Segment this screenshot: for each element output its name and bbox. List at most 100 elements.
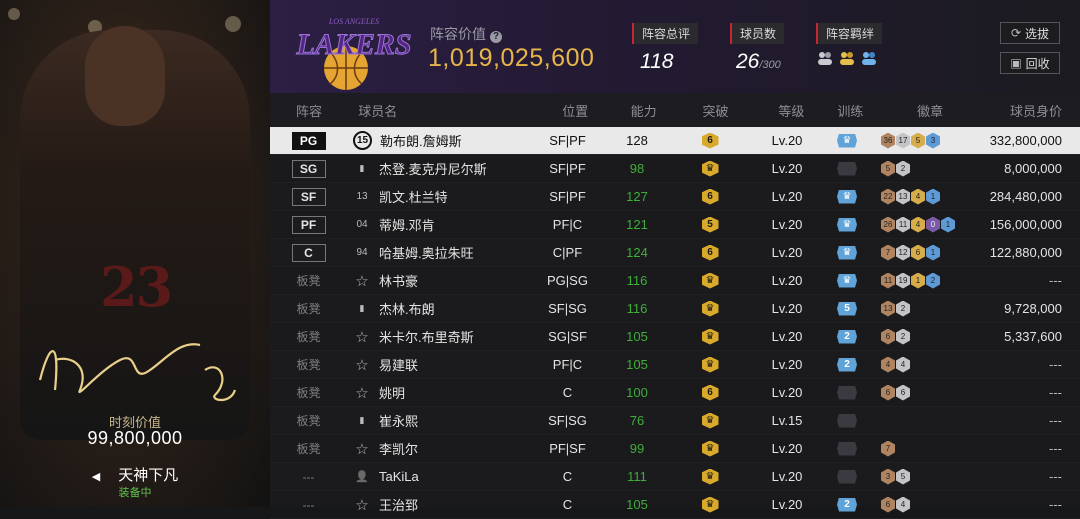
table-row[interactable]: SG ▮ 杰登.麦克丹尼尔斯 SF|PF 98 ♛ Lv.20 5 2 8,000,000: [270, 155, 1080, 183]
player-level: Lv.20: [771, 189, 803, 204]
player-name[interactable]: 哈基姆.奥拉朱旺: [379, 243, 474, 262]
player-position: C: [562, 497, 573, 512]
jersey-number-badge: 15: [353, 131, 372, 150]
player-name[interactable]: 王治郅: [379, 495, 418, 514]
table-row[interactable]: 板凳 ☆ 米卡尔.布里奇斯 SG|SF 105 ♛ Lv.20 2 6 2 5,337,600: [270, 323, 1080, 351]
table-row[interactable]: 板凳 ▮ 杰林.布朗 SF|SG 116 ♛ Lv.20 5 13 2 9,728,000: [270, 295, 1080, 323]
training-cell: [821, 385, 873, 400]
bronze-badge-icon: 6: [881, 384, 895, 401]
col-breakthrough[interactable]: 突破: [673, 101, 758, 120]
stats-icon: ▮: [359, 415, 365, 425]
col-player-value[interactable]: 球员身价: [984, 101, 1080, 120]
table-row[interactable]: 板凳 ☆ 姚明 C 100 6 Lv.20 6 6 ---: [270, 379, 1080, 407]
player-value: 122,880,000: [989, 245, 1062, 260]
col-lineup[interactable]: 阵容: [270, 101, 346, 120]
table-row[interactable]: 板凳 ▮ 崔永熙 SF|SG 76 ♛ Lv.15 ---: [270, 407, 1080, 435]
player-rating: 116: [626, 273, 648, 288]
star-icon: ☆: [355, 272, 369, 290]
table-row[interactable]: 板凳 ☆ 易建联 PF|C 105 ♛ Lv.20 2 4 4 ---: [270, 351, 1080, 379]
training-cell: ♛: [821, 273, 873, 288]
bronze-badge-icon: 4: [881, 356, 895, 373]
player-name[interactable]: 杰登.麦克丹尼尔斯: [379, 159, 487, 178]
training-empty-icon: [837, 469, 857, 484]
col-badges[interactable]: 徽章: [876, 101, 984, 120]
player-name[interactable]: 杰林.布朗: [379, 299, 435, 318]
breakthrough-cell: 6: [667, 384, 753, 401]
player-level: Lv.20: [771, 217, 803, 232]
training-cell: [821, 413, 873, 428]
help-icon[interactable]: ?: [490, 31, 502, 43]
light-decoration: [8, 8, 20, 20]
player-name[interactable]: 易建联: [379, 355, 418, 374]
stats-icon: ▮: [359, 163, 365, 173]
player-name[interactable]: TaKiLa: [379, 469, 419, 484]
lineup-slot: SG: [270, 159, 347, 178]
training-crown-icon: ♛: [837, 273, 857, 288]
col-rating[interactable]: 能力: [614, 101, 673, 120]
breakthrough-cell: ♛: [667, 440, 753, 457]
equipped-label: 装备中: [118, 487, 152, 499]
training-cell: [821, 469, 873, 484]
player-value: 5,337,600: [1004, 329, 1062, 344]
star-icon: ☆: [355, 384, 369, 402]
training-cell: 2: [821, 329, 873, 344]
bond-silver-icon[interactable]: [816, 50, 834, 66]
bronze-badge-icon: 7: [881, 244, 895, 261]
overall-value: 118: [640, 50, 674, 73]
player-name[interactable]: 米卡尔.布里奇斯: [379, 327, 474, 346]
bronze-badge-icon: 5: [881, 160, 895, 177]
recycle-button[interactable]: ▣ 回收: [1000, 52, 1060, 74]
person-icon: 👤: [355, 471, 369, 483]
col-level[interactable]: 等级: [758, 101, 825, 120]
breakthrough-cell: ♛: [667, 496, 753, 513]
player-position: SG|SF: [548, 329, 587, 344]
player-position: SF|PF: [549, 189, 586, 204]
col-player-name[interactable]: 球员名: [346, 101, 536, 120]
lineup-slot-label: 板凳: [296, 442, 321, 456]
table-row[interactable]: 板凳 ☆ 林书豪 PG|SG 116 ♛ Lv.20 ♛ 11 19 1 2 ---: [270, 267, 1080, 295]
player-rating: 127: [626, 189, 648, 204]
badges-cell: 36 17 5 3: [873, 132, 983, 149]
player-position: PF|C: [552, 217, 583, 232]
table-row[interactable]: PG 15 勒布朗.詹姆斯 SF|PF 128 6 Lv.20 ♛ 36 17 5 3 332,800,…: [270, 127, 1080, 155]
breakthrough-badge: 6: [701, 244, 719, 261]
player-rating: 116: [626, 301, 648, 316]
player-name[interactable]: 凯文.杜兰特: [379, 187, 448, 206]
player-name[interactable]: 勒布朗.詹姆斯: [380, 131, 462, 150]
prev-arrow-icon[interactable]: ◀: [92, 471, 100, 483]
col-training[interactable]: 训练: [825, 101, 876, 120]
training-cell: [821, 441, 873, 456]
lineup-slot: C: [270, 243, 347, 262]
player-value: ---: [1049, 385, 1062, 400]
table-row[interactable]: 板凳 ☆ 李凯尔 PF|SF 99 ♛ Lv.20 7 ---: [270, 435, 1080, 463]
bronze-badge-icon: 6: [881, 496, 895, 513]
training-badge: 2: [837, 357, 857, 372]
crown-icon: ♛: [701, 272, 719, 289]
player-level: Lv.20: [771, 133, 803, 148]
table-row[interactable]: --- 👤 TaKiLa C 111 ♛ Lv.20 3 5 ---: [270, 463, 1080, 491]
player-name[interactable]: 崔永熙: [379, 411, 418, 430]
player-name[interactable]: 林书豪: [379, 271, 418, 290]
table-row[interactable]: --- ☆ 王治郅 C 105 ♛ Lv.20 2 6 4 ---: [270, 491, 1080, 519]
bond-gold-icon[interactable]: [838, 50, 856, 66]
table-row[interactable]: PF 04 蒂姆.邓肯 PF|C 121 5 Lv.20 ♛ 26 11 4 0 1 156,000,00…: [270, 211, 1080, 239]
player-name[interactable]: 姚明: [379, 383, 405, 402]
breakthrough-cell: 6: [667, 132, 753, 149]
col-position[interactable]: 位置: [536, 101, 614, 120]
player-position: C|PF: [552, 245, 583, 260]
table-row[interactable]: C 94 哈基姆.奥拉朱旺 C|PF 124 6 Lv.20 ♛ 7 12 6 1 122,880,00…: [270, 239, 1080, 267]
bond-label: 阵容羁绊: [816, 23, 883, 44]
training-crown-icon: ♛: [837, 217, 857, 232]
table-row[interactable]: SF 13 凯文.杜兰特 SF|PF 127 6 Lv.20 ♛ 22 13 4 1 284,480,0…: [270, 183, 1080, 211]
bond-blue-icon[interactable]: [860, 50, 878, 66]
bronze-badge-icon: 13: [881, 300, 895, 317]
table-body: PG 15 勒布朗.詹姆斯 SF|PF 128 6 Lv.20 ♛ 36 17 5 3 332,800,…: [270, 127, 1080, 519]
player-card[interactable]: 23 时刻价值 99,800,000 ◀ 天神下凡 装备中: [0, 0, 270, 507]
player-name[interactable]: 李凯尔: [379, 439, 418, 458]
player-name[interactable]: 蒂姆.邓肯: [379, 215, 435, 234]
player-value: ---: [1049, 413, 1062, 428]
skin-selector[interactable]: ◀ 天神下凡: [0, 464, 270, 485]
filter-button[interactable]: ⟳ 选拔: [1000, 22, 1060, 44]
training-cell: ♛: [821, 245, 873, 260]
breakthrough-badge: 6: [701, 188, 719, 205]
